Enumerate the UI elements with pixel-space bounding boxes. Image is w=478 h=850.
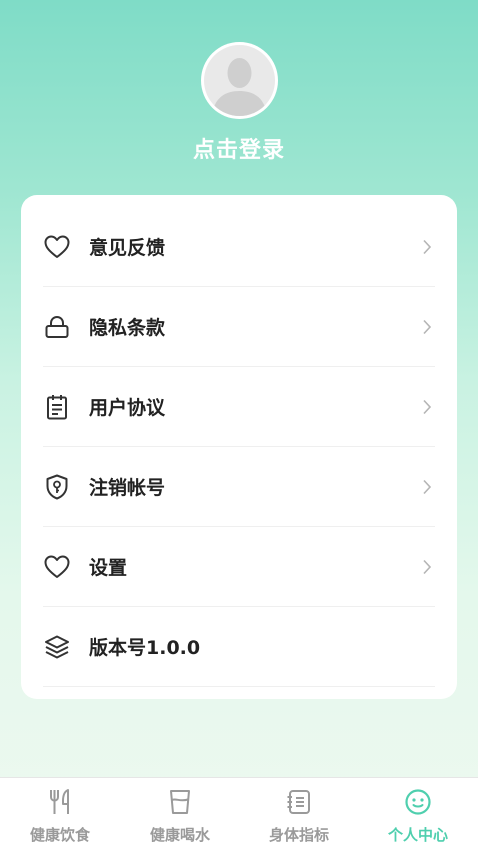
notepad-icon	[43, 393, 71, 421]
heart-icon	[43, 233, 71, 261]
menu-item-delete-account[interactable]: 注销帐号	[43, 447, 435, 527]
cup-icon	[166, 788, 194, 816]
menu-item-label: 注销帐号	[89, 477, 166, 499]
tab-label: 身体指标	[268, 826, 329, 844]
tab-label: 个人中心	[387, 826, 448, 844]
tab-body-metrics[interactable]: 身体指标	[239, 778, 359, 850]
layers-icon	[43, 633, 71, 661]
tab-label: 健康喝水	[149, 826, 210, 844]
shield-key-icon	[43, 473, 71, 501]
menu-item-label: 设置	[89, 557, 128, 579]
version-label: 版本号1.0.0	[89, 637, 201, 659]
login-button[interactable]: 点击登录	[0, 132, 478, 164]
tab-healthy-water[interactable]: 健康喝水	[120, 778, 240, 850]
menu-item-feedback[interactable]: 意见反馈	[43, 207, 435, 287]
heart-icon	[43, 553, 71, 581]
chevron-right-icon	[417, 553, 437, 581]
chevron-right-icon	[417, 393, 437, 421]
chevron-right-icon	[417, 473, 437, 501]
utensils-icon	[46, 788, 74, 816]
menu-item-settings[interactable]: 设置	[43, 527, 435, 607]
notebook-icon	[285, 788, 313, 816]
menu-item-privacy[interactable]: 隐私条款	[43, 287, 435, 367]
avatar[interactable]	[201, 42, 278, 119]
bottom-tab-bar: 健康饮食 健康喝水 身体指标 个人中心	[0, 777, 478, 850]
tab-label: 健康饮食	[29, 826, 90, 844]
lock-icon	[43, 313, 71, 341]
profile-header: 点击登录	[0, 0, 478, 200]
tab-healthy-diet[interactable]: 健康饮食	[0, 778, 120, 850]
chevron-right-icon	[417, 233, 437, 261]
menu-item-label: 意见反馈	[89, 237, 166, 259]
smiley-icon	[404, 788, 432, 816]
menu-item-label: 用户协议	[89, 397, 166, 419]
menu-item-version: 版本号1.0.0	[43, 607, 435, 687]
default-avatar-icon	[204, 45, 275, 116]
menu-item-label: 隐私条款	[89, 317, 166, 339]
menu-item-user-agreement[interactable]: 用户协议	[43, 367, 435, 447]
chevron-right-icon	[417, 313, 437, 341]
menu-card: 意见反馈 隐私条款 用户协议 注销帐号 设置 版本号1.0.0	[21, 195, 457, 699]
tab-personal-center[interactable]: 个人中心	[358, 778, 478, 850]
